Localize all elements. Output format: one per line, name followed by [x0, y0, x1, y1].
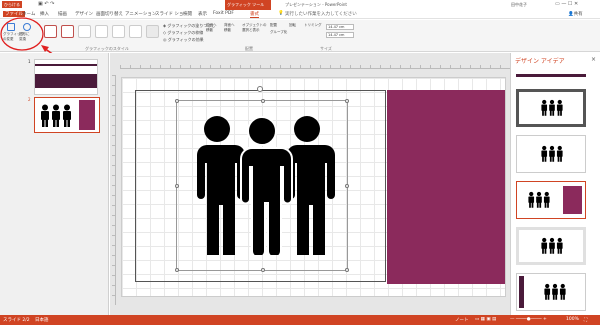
style-swatch-6[interactable]	[129, 25, 142, 38]
group-label-arrange: 配置	[245, 46, 253, 51]
outline-label: グラフィックの枠線	[167, 30, 204, 35]
status-bar: スライド 2/2 日本語 ノート ▭ ▦ ▣ ▤ — ────●──── + 1…	[0, 315, 600, 325]
share-button[interactable]: 👤共有	[568, 11, 583, 17]
height-input[interactable]: 14.47 cm	[326, 24, 354, 30]
design-idea-6[interactable]	[516, 273, 586, 311]
purple-accent-bar[interactable]	[387, 90, 505, 284]
send-backward-button[interactable]: 背面へ 移動	[224, 23, 235, 33]
slide-counter: スライド 2/2	[3, 318, 30, 323]
design1-bar	[516, 74, 586, 77]
lightbulb-icon: 💡	[278, 11, 284, 16]
resize-handle-b[interactable]	[261, 268, 265, 272]
save-icon[interactable]: ▣ ↶ ↷	[38, 1, 54, 7]
style-swatch-5[interactable]	[112, 25, 125, 38]
design4-people-icon	[528, 191, 550, 208]
window-title: プレゼンテーション - PowerPoint	[285, 2, 347, 7]
style-swatch-7[interactable]	[146, 25, 159, 38]
fit-slide-icon[interactable]: ⛶	[584, 317, 587, 323]
thumb1-bar	[35, 74, 97, 88]
tab-format[interactable]: 書式	[250, 11, 259, 18]
user-name[interactable]: 田中花子	[511, 2, 527, 8]
resize-handle-bl[interactable]	[175, 268, 179, 272]
rotate-handle-icon[interactable]	[257, 86, 263, 92]
vertical-ruler	[112, 75, 116, 305]
slide-thumbnail-1[interactable]	[34, 59, 98, 95]
thumb1-line	[35, 64, 97, 66]
zoom-slider[interactable]: — ────●──── +	[510, 317, 547, 322]
window-controls[interactable]: ▭ — ☐ ✕	[555, 1, 578, 7]
design4-bar	[563, 186, 582, 214]
slide-thumbnail-pane: 1 2	[0, 53, 109, 315]
tab-animations[interactable]: アニメーション	[125, 11, 156, 17]
thumb2-bar	[79, 100, 95, 130]
effects-label: グラフィックの効果	[167, 37, 204, 42]
outline-menu[interactable]: ◇ グラフィックの枠線	[163, 30, 203, 36]
width-input[interactable]: 14.47 cm	[326, 32, 354, 38]
language-indicator[interactable]: 日本語	[35, 317, 49, 323]
resize-handle-tl[interactable]	[175, 99, 179, 103]
group-people-icon[interactable]	[185, 115, 340, 255]
group-label-size: サイズ	[320, 46, 332, 51]
resize-handle-r[interactable]	[345, 184, 349, 188]
design-idea-1[interactable]	[516, 66, 586, 80]
design-idea-5[interactable]	[516, 227, 586, 265]
design-idea-4-selected[interactable]	[516, 181, 586, 219]
zoom-level[interactable]: 100%	[566, 317, 579, 322]
design6-bar	[519, 276, 524, 308]
resize-handle-l[interactable]	[175, 184, 179, 188]
highlight-circle	[0, 17, 44, 51]
effects-menu[interactable]: ◎ グラフィックの効果	[163, 37, 204, 43]
close-icon[interactable]: ×	[591, 56, 596, 63]
crop-button[interactable]: トリミング	[304, 23, 322, 28]
share-label: 共有	[573, 12, 583, 17]
align-button[interactable]: 配置	[270, 23, 277, 28]
thumb-number-1: 1	[28, 59, 31, 64]
title-bar: ひらける ▣ ↶ ↷ グラフィック ツール プレゼンテーション - PowerP…	[0, 0, 600, 10]
resize-handle-tr[interactable]	[345, 99, 349, 103]
slide-thumbnail-2[interactable]	[34, 97, 100, 133]
design-pane-title: デザイン アイデア	[515, 58, 565, 65]
horizontal-ruler	[120, 65, 510, 69]
design5-people-icon	[541, 237, 563, 254]
rotate-button[interactable]: 回転	[289, 23, 296, 28]
resize-handle-t[interactable]	[261, 99, 265, 103]
notes-button[interactable]: ノート	[455, 317, 469, 323]
group-button[interactable]: グループ化	[270, 30, 287, 35]
people-icon	[41, 104, 71, 127]
autosave-badge[interactable]: ひらける	[2, 1, 22, 8]
slide-canvas[interactable]	[121, 77, 506, 297]
design-idea-3[interactable]	[516, 135, 586, 173]
contextual-tab-header: グラフィック ツール	[225, 0, 271, 10]
design6-people-icon	[544, 283, 566, 300]
tab-foxit[interactable]: Foxit PDF	[213, 11, 234, 16]
bring-forward-button[interactable]: 前面へ 移動	[206, 23, 217, 33]
design2-people-icon	[541, 99, 563, 116]
design-idea-2[interactable]	[516, 89, 586, 127]
thumb-number-2: 2	[28, 97, 31, 102]
view-buttons-icon[interactable]: ▭ ▦ ▣ ▤	[475, 317, 496, 322]
design3-people-icon	[541, 145, 563, 162]
resize-handle-br[interactable]	[345, 268, 349, 272]
tab-transitions[interactable]: 画面切り替え	[96, 11, 123, 17]
tab-view[interactable]: 表示	[198, 11, 207, 17]
selection-pane-button[interactable]: オブジェクトの 選択と表示	[242, 23, 267, 33]
tell-me-box[interactable]: 実行したい作業を入力してください	[285, 11, 357, 17]
tab-review[interactable]: 校閲	[183, 11, 192, 17]
